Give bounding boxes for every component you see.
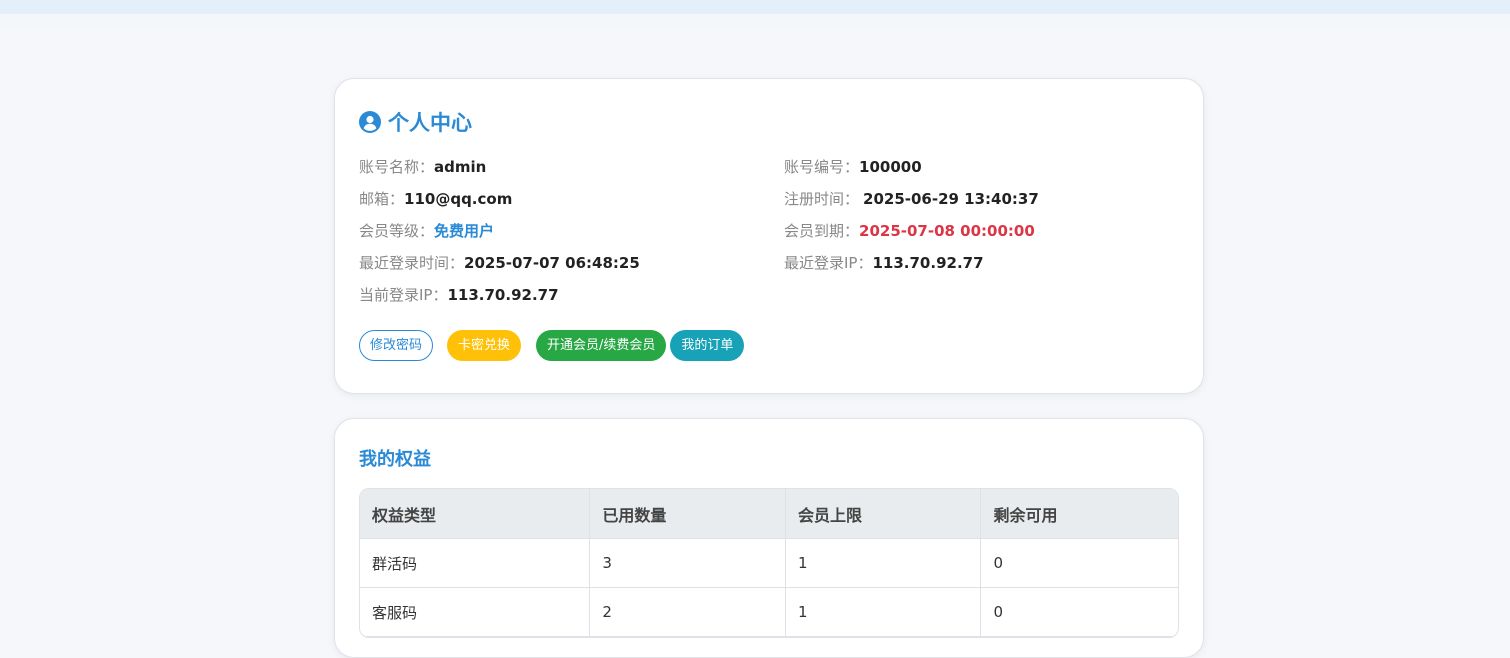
- top-bar: [0, 0, 1510, 14]
- account-name-value: admin: [434, 158, 487, 176]
- member-expire-row: 会员到期：2025-07-08 00:00:00: [784, 221, 1035, 241]
- last-login-time-label: 最近登录时间：: [359, 254, 465, 272]
- account-name-label: 账号名称：: [359, 158, 435, 176]
- profile-card: 个人中心 账号名称：admin 账号编号：100000 邮箱：110@qq.co…: [334, 78, 1204, 394]
- last-login-time-row: 最近登录时间：2025-07-07 06:48:25: [359, 253, 640, 273]
- rights-card: 我的权益 权益类型 已用数量 会员上限 剩余可用 群活码 3 1 0 客服码 2…: [334, 418, 1204, 658]
- rights-title: 我的权益: [359, 449, 431, 470]
- column-header: 剩余可用: [981, 489, 1178, 539]
- change-password-button[interactable]: 修改密码: [359, 330, 434, 361]
- profile-actions: 修改密码 卡密兑换 开通会员/续费会员 我的订单: [359, 330, 745, 361]
- member-level-value: 免费用户: [434, 222, 495, 240]
- register-time-row: 注册时间： 2025-06-29 13:40:37: [784, 189, 1039, 209]
- account-id-value: 100000: [859, 158, 922, 176]
- member-level-row: 会员等级：免费用户: [359, 221, 494, 241]
- column-header: 会员上限: [785, 489, 982, 539]
- email-label: 邮箱：: [359, 190, 405, 208]
- member-expire-label: 会员到期：: [784, 222, 860, 240]
- current-ip-row: 当前登录IP：113.70.92.77: [359, 285, 559, 305]
- table-row: 客服码 2 1 0: [360, 588, 1178, 637]
- last-login-ip-value: 113.70.92.77: [872, 254, 984, 272]
- user-circle-icon: [359, 111, 381, 133]
- table-cell: 1: [785, 588, 982, 637]
- account-id-label: 账号编号：: [784, 158, 860, 176]
- my-orders-button[interactable]: 我的订单: [670, 330, 745, 361]
- table-row: 群活码 3 1 0: [360, 539, 1178, 588]
- account-name-row: 账号名称：admin: [359, 157, 486, 177]
- table-cell: 客服码: [360, 588, 591, 637]
- member-level-label: 会员等级：: [359, 222, 435, 240]
- current-ip-label: 当前登录IP：: [359, 286, 448, 304]
- register-time-label: 注册时间：: [784, 190, 860, 208]
- last-login-time-value: 2025-07-07 06:48:25: [464, 254, 640, 272]
- top-band: [0, 14, 1510, 36]
- register-time-value: 2025-06-29 13:40:37: [863, 190, 1039, 208]
- account-id-row: 账号编号：100000: [784, 157, 922, 177]
- table-cell: 0: [981, 588, 1178, 637]
- table-cell: 群活码: [360, 539, 591, 588]
- table-cell: 0: [981, 539, 1178, 588]
- current-ip-value: 113.70.92.77: [447, 286, 559, 304]
- profile-title: 个人中心: [359, 107, 472, 137]
- table-cell: 2: [590, 588, 786, 637]
- table-cell: 1: [785, 539, 982, 588]
- table-header-row: 权益类型 已用数量 会员上限 剩余可用: [360, 489, 1178, 539]
- rights-table: 权益类型 已用数量 会员上限 剩余可用 群活码 3 1 0 客服码 2 1 0: [359, 488, 1179, 638]
- redeem-card-button[interactable]: 卡密兑换: [447, 330, 522, 361]
- table-cell: 3: [590, 539, 786, 588]
- profile-title-text: 个人中心: [388, 111, 472, 135]
- column-header: 已用数量: [590, 489, 786, 539]
- member-expire-value: 2025-07-08 00:00:00: [859, 222, 1035, 240]
- column-header: 权益类型: [360, 489, 591, 539]
- last-login-ip-label: 最近登录IP：: [784, 254, 873, 272]
- membership-button[interactable]: 开通会员/续费会员: [536, 330, 667, 361]
- last-login-ip-row: 最近登录IP：113.70.92.77: [784, 253, 984, 273]
- email-row: 邮箱：110@qq.com: [359, 189, 512, 209]
- email-value: 110@qq.com: [404, 190, 513, 208]
